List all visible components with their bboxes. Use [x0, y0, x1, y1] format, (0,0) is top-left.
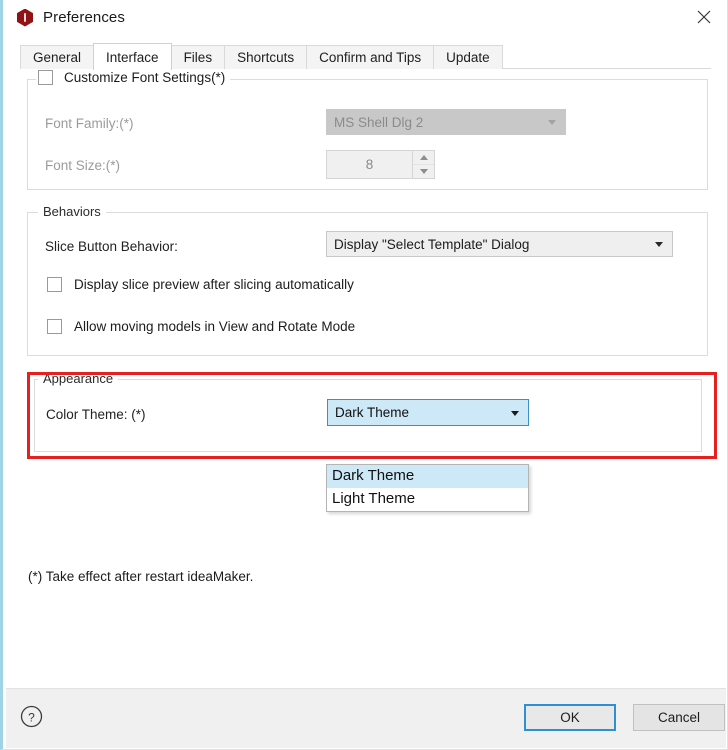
close-icon[interactable]	[681, 0, 727, 34]
appearance-legend: Appearance	[38, 371, 119, 386]
slice-button-behavior-label: Slice Button Behavior:	[45, 239, 178, 254]
info-hexagon-icon	[16, 8, 34, 27]
triangle-down-icon	[419, 169, 428, 174]
display-slice-preview-label: Display slice preview after slicing auto…	[74, 277, 354, 292]
tab-strip: General Interface Files Shortcuts Confir…	[3, 43, 727, 70]
font-size-decrement-button[interactable]	[413, 164, 434, 178]
slice-button-behavior-combo[interactable]: Display "Select Template" Dialog	[326, 231, 673, 257]
allow-moving-models-label: Allow moving models in View and Rotate M…	[74, 319, 356, 334]
slice-button-behavior-value: Display "Select Template" Dialog	[334, 236, 530, 252]
chevron-down-icon	[511, 410, 519, 416]
tab-shortcuts[interactable]: Shortcuts	[224, 45, 308, 69]
color-theme-value: Dark Theme	[335, 405, 410, 420]
font-family-combo[interactable]: MS Shell Dlg 2	[326, 109, 566, 135]
restart-footnote: (*) Take effect after restart ideaMaker.	[28, 569, 254, 584]
customize-font-settings-row[interactable]: Customize Font Settings(*)	[36, 70, 231, 85]
display-slice-preview-checkbox[interactable]	[47, 277, 62, 292]
ok-button[interactable]: OK	[524, 704, 616, 731]
tab-general[interactable]: General	[20, 45, 95, 69]
font-size-stepper[interactable]: 8	[326, 150, 435, 179]
dropdown-option-dark-theme[interactable]: Dark Theme	[327, 465, 528, 488]
behaviors-legend: Behaviors	[38, 204, 106, 219]
customize-font-settings-label: Customize Font Settings(*)	[64, 70, 226, 85]
font-family-label: Font Family:(*)	[45, 116, 134, 131]
cancel-button[interactable]: Cancel	[633, 704, 725, 731]
font-family-value: MS Shell Dlg 2	[334, 114, 424, 130]
tab-panel-interface: Customize Font Settings(*) Font Family:(…	[3, 69, 727, 709]
font-size-label: Font Size:(*)	[45, 158, 121, 173]
font-size-increment-button[interactable]	[413, 151, 434, 164]
window-title: Preferences	[43, 9, 125, 26]
display-slice-preview-row[interactable]: Display slice preview after slicing auto…	[47, 277, 354, 292]
tab-update[interactable]: Update	[433, 45, 503, 69]
triangle-up-icon	[419, 155, 428, 160]
color-theme-dropdown-list[interactable]: Dark Theme Light Theme	[326, 464, 529, 512]
color-theme-label: Color Theme: (*)	[46, 407, 146, 422]
svg-text:?: ?	[28, 711, 35, 725]
customize-font-settings-checkbox[interactable]	[38, 70, 53, 85]
chevron-down-icon	[655, 242, 663, 247]
tab-confirm-and-tips[interactable]: Confirm and Tips	[306, 45, 435, 69]
chevron-down-icon	[548, 120, 556, 125]
allow-moving-models-checkbox[interactable]	[47, 319, 62, 334]
appearance-group: Appearance Color Theme: (*) Dark Theme	[34, 371, 702, 452]
title-bar: Preferences	[3, 0, 727, 35]
dropdown-option-light-theme[interactable]: Light Theme	[327, 488, 528, 511]
tab-files[interactable]: Files	[170, 45, 226, 69]
allow-moving-models-row[interactable]: Allow moving models in View and Rotate M…	[47, 319, 355, 334]
dialog-footer: ? OK Cancel	[6, 688, 726, 748]
behaviors-group: Behaviors Slice Button Behavior: Display…	[27, 204, 708, 356]
font-size-value: 8	[365, 157, 374, 172]
help-circle-icon[interactable]: ?	[19, 704, 44, 729]
tab-interface[interactable]: Interface	[93, 43, 172, 70]
preferences-dialog: Preferences General Interface Files Shor…	[0, 0, 728, 750]
font-settings-group: Customize Font Settings(*) Font Family:(…	[27, 70, 708, 190]
color-theme-combo[interactable]: Dark Theme	[327, 399, 529, 426]
